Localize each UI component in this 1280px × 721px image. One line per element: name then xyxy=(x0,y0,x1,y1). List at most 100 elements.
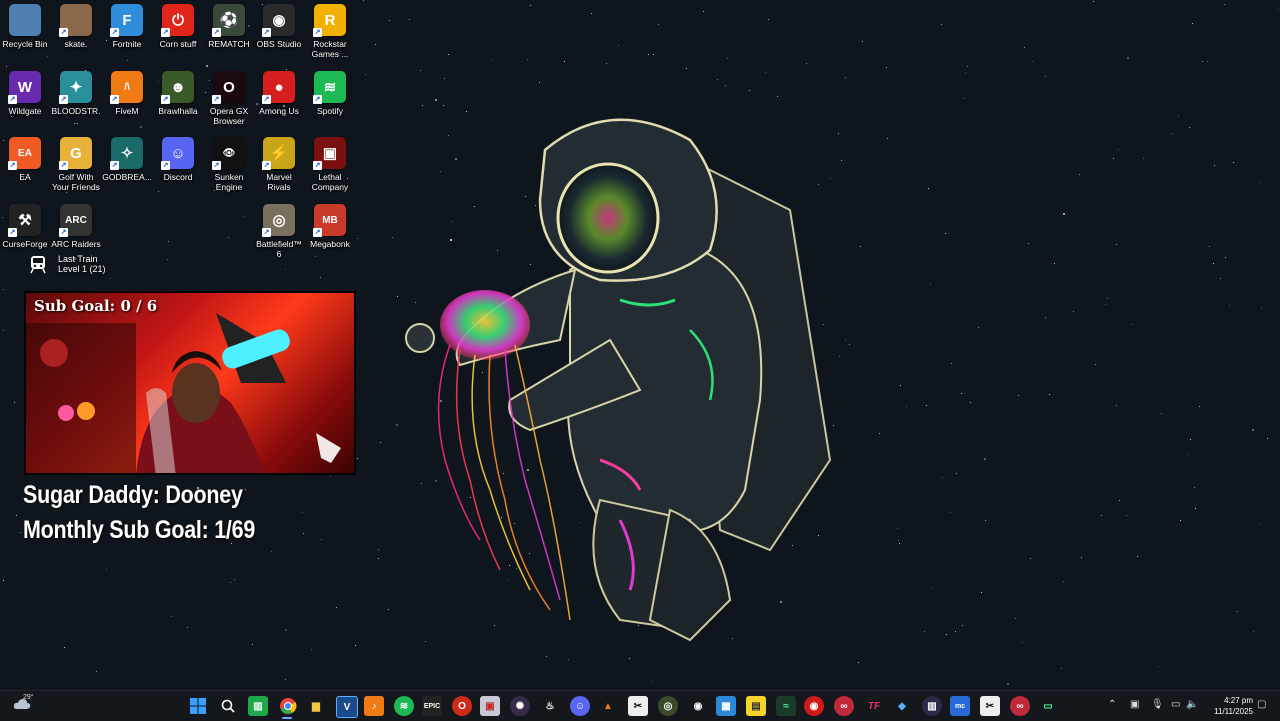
clock[interactable]: 4:27 pm 11/11/2025 xyxy=(1214,695,1253,717)
sub-goal-text: Sub Goal: 0 / 6 xyxy=(34,297,158,315)
taskbar-chrome[interactable] xyxy=(278,696,298,716)
opera-gx-icon: O ↗ xyxy=(212,71,245,104)
shortcut-arrow-icon: ↗ xyxy=(59,161,68,170)
tray-app-icon[interactable]: ▣ xyxy=(1130,699,1139,710)
desktop-item-wildgate[interactable]: W ↗ Wildgate xyxy=(0,67,50,116)
shortcut-arrow-icon: ↗ xyxy=(262,28,271,37)
taskbar-app-10[interactable]: ✺ xyxy=(510,696,530,716)
recycle-bin-icon xyxy=(9,4,41,36)
taskbar-app-19[interactable]: ≈ xyxy=(776,696,796,716)
taskbar-app-24[interactable]: ▥ xyxy=(922,696,942,716)
taskbar-discord[interactable]: ☺ xyxy=(570,696,590,716)
desktop-item-bloodstrike[interactable]: ✦ ↗ BLOODSTR... xyxy=(51,67,101,126)
vlc-icon: ▲ xyxy=(603,700,613,712)
notification-icon[interactable]: ▢ xyxy=(1257,699,1266,710)
desktop-item-brawlhalla[interactable]: ☻ ↗ Brawlhalla xyxy=(153,67,203,116)
app-icon: TF xyxy=(867,700,881,712)
tray-overflow-chevron-icon[interactable]: ⌃ xyxy=(1108,699,1116,710)
shortcut-arrow-icon: ↗ xyxy=(313,161,322,170)
sunken-engine-icon: 👁 ↗ xyxy=(212,137,245,170)
epic-games-icon: EPIC xyxy=(423,702,441,710)
desktop-item-label: Corn stuff xyxy=(159,39,197,49)
start-button[interactable] xyxy=(188,696,208,716)
curseforge-icon: ⚒ ↗ xyxy=(8,204,41,237)
desktop-item-spotify[interactable]: ≋ ↗ Spotify xyxy=(305,67,355,116)
shortcut-arrow-icon: ↗ xyxy=(262,161,271,170)
desktop-item-battlefield[interactable]: ◎ ↗ Battlefield™ 6 xyxy=(254,200,304,259)
taskbar-app-9[interactable]: ▣ xyxy=(480,696,500,716)
capcut-icon: ✂ xyxy=(985,700,995,712)
taskbar-spotify[interactable]: ≋ xyxy=(394,696,414,716)
taskbar-obs[interactable]: ◉ xyxy=(688,696,708,716)
microphone-icon[interactable]: 🎙 xyxy=(1151,699,1164,710)
taskbar-app-15[interactable]: ◎ xyxy=(658,696,678,716)
godbreakers-icon: ✧ ↗ xyxy=(110,137,143,170)
app-icon: ▦ xyxy=(721,700,731,712)
app-icon: mc xyxy=(954,702,966,710)
desktop-item-discord[interactable]: ☺ ↗ Discord xyxy=(153,133,203,182)
taskbar-fl-studio[interactable]: ♪ xyxy=(364,696,384,716)
desktop-item-skate[interactable]: ↗ skate. xyxy=(51,0,101,49)
taskbar-app-27[interactable]: ∞ xyxy=(1010,696,1030,716)
desktop-item-label: OBS Studio xyxy=(256,39,302,49)
desktop-item-golf[interactable]: G ↗ Golf With Your Friends xyxy=(51,133,101,192)
shortcut-arrow-icon: ↗ xyxy=(59,228,68,237)
desktop-item-curseforge[interactable]: ⚒ ↗ CurseForge xyxy=(0,200,50,249)
desktop-item-label: Fortnite xyxy=(112,39,142,49)
brawlhalla-icon: ☻ ↗ xyxy=(161,71,194,104)
desktop-item-label: Golf With Your Friends xyxy=(52,172,100,192)
desktop-item-label: Recycle Bin xyxy=(2,39,48,49)
desktop-item-megabonk[interactable]: MB ↗ Megabonk xyxy=(305,200,355,249)
volume-icon[interactable]: 🔈 xyxy=(1186,699,1198,710)
desktop-item-among-us[interactable]: ● ↗ Among Us xyxy=(254,67,304,116)
taskbar-capcut-2[interactable]: ✂ xyxy=(980,696,1000,716)
megabonk-icon: MB ↗ xyxy=(313,204,346,237)
taskbar-capcut[interactable]: ✂ xyxy=(628,696,648,716)
desktop-item-godbreakers[interactable]: ✧ ↗ GODBREA... xyxy=(102,133,152,182)
shortcut-arrow-icon: ↗ xyxy=(59,28,68,37)
taskbar-app-23[interactable]: ◆ xyxy=(892,696,912,716)
desktop-item-fivem[interactable]: /\ ↗ FiveM xyxy=(102,67,152,116)
taskbar-app-25[interactable]: mc xyxy=(950,696,970,716)
golf-icon: G ↗ xyxy=(59,137,92,170)
desktop-item-last-train[interactable]: Last Train Level 1 (21) xyxy=(28,254,106,274)
desktop-item-label: REMATCH xyxy=(208,39,250,49)
desktop-item-obs-studio[interactable]: ◉ ↗ OBS Studio xyxy=(254,0,304,49)
app-icon: ◉ xyxy=(809,700,819,712)
desktop-item-label: skate. xyxy=(64,39,88,49)
taskbar-app-28[interactable]: ▭ xyxy=(1038,696,1058,716)
desktop-item-ea[interactable]: EA ↗ EA xyxy=(0,133,50,182)
taskbar-sticky-notes[interactable]: ▤ xyxy=(746,696,766,716)
desktop-item-fortnite[interactable]: F ↗ Fortnite xyxy=(102,0,152,49)
desktop-item-corn-stuff[interactable]: ⏻ ↗ Corn stuff xyxy=(153,0,203,49)
fivem-icon: /\ ↗ xyxy=(110,71,143,104)
taskbar-epic-games[interactable]: EPIC xyxy=(422,696,442,716)
taskbar-app-21[interactable]: ∞ xyxy=(834,696,854,716)
taskbar-app-20[interactable]: ◉ xyxy=(804,696,824,716)
weather-widget[interactable]: 29° xyxy=(12,694,34,718)
taskbar-opera-gx[interactable]: O xyxy=(452,696,472,716)
desktop-item-opera-gx[interactable]: O ↗ Opera GX Browser xyxy=(204,67,254,126)
network-icon[interactable]: ▭ xyxy=(1171,699,1180,710)
desktop-item-lethal-company[interactable]: ▣ ↗ Lethal Company xyxy=(305,133,355,192)
taskbar-app-17[interactable]: ▦ xyxy=(716,696,736,716)
desktop-item-recycle-bin[interactable]: Recycle Bin xyxy=(0,0,50,49)
desktop-item-marvel-rivals[interactable]: ⚡ ↗ Marvel Rivals xyxy=(254,133,304,192)
desktop-item-label: FiveM xyxy=(115,106,139,116)
shortcut-arrow-icon: ↗ xyxy=(110,95,119,104)
clock-time: 4:27 pm xyxy=(1224,696,1253,705)
shortcut-arrow-icon: ↗ xyxy=(313,95,322,104)
taskbar-vlc[interactable]: ▲ xyxy=(598,696,618,716)
desktop-item-sunken-engine[interactable]: 👁 ↗ Sunken Engine xyxy=(204,133,254,192)
desktop-item-arc-raiders[interactable]: ARC ↗ ARC Raiders xyxy=(51,200,101,249)
search-button[interactable] xyxy=(218,696,238,716)
desktop-item-rockstar[interactable]: R ↗ Rockstar Games ... xyxy=(305,0,355,59)
taskbar-file-explorer[interactable]: ▆ xyxy=(306,696,326,716)
taskbar-app-22[interactable]: TF xyxy=(864,696,884,716)
desktop-item-label: Brawlhalla xyxy=(158,106,198,116)
desktop-item-rematch[interactable]: ⚽ ↗ REMATCH xyxy=(204,0,254,49)
shortcut-arrow-icon: ↗ xyxy=(59,95,68,104)
taskbar-xbox-app[interactable]: ▥ xyxy=(248,696,268,716)
taskbar-vegas[interactable]: V xyxy=(336,696,358,718)
taskbar-steam[interactable]: ♨ xyxy=(540,696,560,716)
